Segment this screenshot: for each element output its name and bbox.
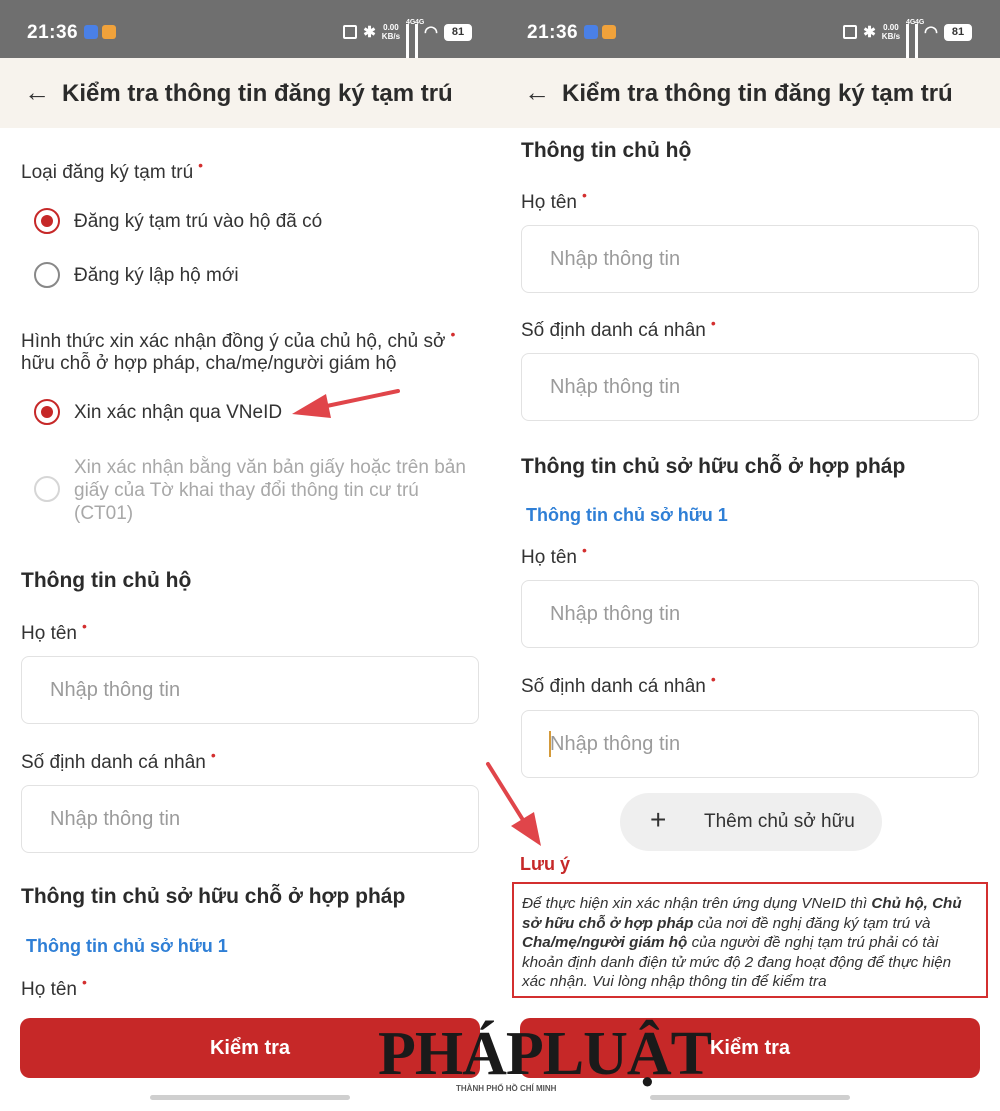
owner-1-tab[interactable]: Thông tin chủ sở hữu 1 [26, 936, 228, 957]
id-label: Số định danh cá nhân • [521, 315, 716, 341]
household-head-id-input[interactable]: Nhập thông tin [521, 353, 979, 421]
add-owner-label: Thêm chủ sở hữu [704, 811, 855, 832]
placeholder: Nhập thông tin [550, 603, 681, 625]
signal-icon: 4G [406, 19, 415, 62]
placeholder: Nhập thông tin [50, 808, 181, 830]
note-title: Lưu ý [520, 854, 571, 874]
owner-id-input[interactable]: Nhập thông tin [521, 710, 979, 778]
owner-id-label: Số định danh cá nhân • [521, 671, 716, 697]
id-label: Số định danh cá nhân • [21, 747, 216, 773]
radio-consent-vneid[interactable] [34, 399, 60, 425]
note-box: Để thực hiện xin xác nhận trên ứng dụng … [512, 882, 988, 998]
add-owner-button[interactable]: + Thêm chủ sở hữu [620, 793, 882, 851]
name-label: Họ tên • [521, 187, 587, 213]
owner-1-tab[interactable]: Thông tin chủ sở hữu 1 [526, 505, 728, 526]
status-time: 21:36 [27, 22, 79, 43]
owner-name-input[interactable]: Nhập thông tin [521, 580, 979, 648]
left-screen: 21:36 ✱ 0.00 KB/s 4G 4G ◠ 81 ← Kiểm tra t… [0, 0, 500, 1111]
arrow-left-icon[interactable]: ← [24, 78, 50, 106]
radio-consent-paper[interactable] [34, 476, 60, 502]
radio-existing-household[interactable] [34, 208, 60, 234]
bluetooth-icon: ✱ [863, 24, 876, 41]
owner-name-label: Họ tên • [521, 542, 587, 568]
network-speed: 0.00 KB/s [881, 23, 901, 41]
vibrate-icon [343, 25, 358, 39]
household-head-name-input[interactable]: Nhập thông tin [21, 656, 479, 724]
app-bar: ← Kiểm tra thông tin đăng ký tạm trú [500, 58, 1000, 128]
placeholder: Nhập thông tin [550, 248, 681, 270]
notification-app-icon [84, 25, 98, 39]
owner-heading: Thông tin chủ sở hữu chỗ ở hợp pháp [521, 455, 906, 478]
owner-name-label: Họ tên • [21, 974, 87, 1000]
bluetooth-icon: ✱ [363, 24, 376, 41]
household-head-id-input[interactable]: Nhập thông tin [21, 785, 479, 853]
watermark-text: PHÁPLUẬT [378, 1020, 712, 1088]
status-bar: 21:36 ✱ 0.00 KB/s 4G 4G ◠ 81 [0, 0, 500, 62]
watermark-subtitle: THÀNH PHỐ HỒ CHÍ MINH [456, 1084, 557, 1093]
vibrate-icon [843, 25, 858, 39]
status-bar: 21:36 ✱ 0.00 KB/s 4G 4G ◠ 81 [500, 0, 1000, 62]
watermark-logo: PHÁPLUẬT THÀNH PHỐ HỒ CHÍ MINH [378, 1022, 712, 1093]
placeholder: Nhập thông tin [550, 376, 681, 398]
wifi-icon: ◠ [924, 24, 938, 41]
page-title: Kiểm tra thông tin đăng ký tạm trú [62, 80, 453, 107]
status-icons: ✱ 0.00 KB/s 4G 4G ◠ 81 [843, 19, 972, 62]
home-indicator[interactable] [650, 1095, 850, 1100]
radio-label: Xin xác nhận qua VNeID [74, 402, 283, 423]
household-head-name-input[interactable]: Nhập thông tin [521, 225, 979, 293]
right-screen: 21:36 ✱ 0.00 KB/s 4G 4G ◠ 81 ← Kiểm tra t… [500, 0, 1000, 1111]
registration-type-label: Loại đăng ký tạm trú • [21, 157, 204, 183]
signal-icon: 4G [906, 19, 915, 62]
signal-icon: 4G [415, 19, 424, 62]
placeholder: Nhập thông tin [550, 733, 681, 755]
radio-label-disabled: Xin xác nhận bằng văn bản giấy hoặc trên… [74, 457, 466, 524]
status-icons: ✱ 0.00 KB/s 4G 4G ◠ 81 [343, 19, 472, 62]
owner-heading: Thông tin chủ sở hữu chỗ ở hợp pháp [21, 885, 406, 908]
signal-icon: 4G [915, 19, 924, 62]
app-bar: ← Kiểm tra thông tin đăng ký tạm trú [0, 58, 500, 128]
network-speed: 0.00 KB/s [381, 23, 401, 41]
household-head-heading: Thông tin chủ hộ [21, 569, 192, 592]
wifi-icon: ◠ [424, 24, 438, 41]
battery-icon: 81 [944, 23, 972, 41]
page-title: Kiểm tra thông tin đăng ký tạm trú [562, 80, 953, 107]
radio-new-household[interactable] [34, 262, 60, 288]
notification-app-icon [602, 25, 616, 39]
radio-label: Đăng ký lập hộ mới [74, 265, 239, 286]
status-time: 21:36 [527, 22, 579, 43]
placeholder: Nhập thông tin [50, 679, 181, 701]
notification-app-icon [102, 25, 116, 39]
home-indicator[interactable] [150, 1095, 350, 1100]
battery-icon: 81 [444, 23, 472, 41]
name-label: Họ tên • [21, 618, 87, 644]
consent-method-label: Hình thức xin xác nhận đồng ý của chủ hộ… [21, 326, 456, 374]
household-head-heading: Thông tin chủ hộ [521, 139, 692, 162]
notification-app-icon [584, 25, 598, 39]
radio-label: Đăng ký tạm trú vào hộ đã có [74, 211, 323, 232]
arrow-left-icon[interactable]: ← [524, 78, 550, 106]
plus-icon: + [650, 804, 667, 835]
